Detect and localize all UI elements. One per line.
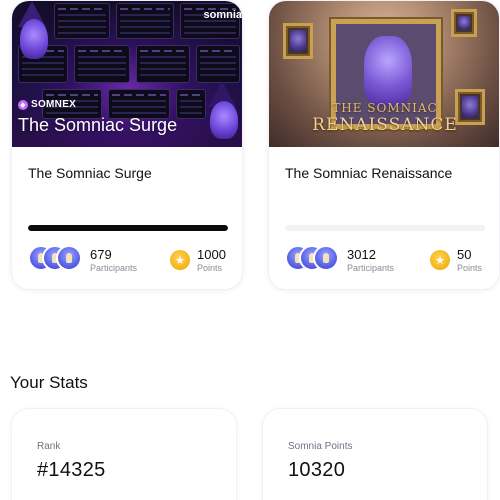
- painting-frame: [283, 23, 313, 59]
- rank-value: #14325: [37, 459, 106, 481]
- participant-avatar-icon: [56, 245, 82, 271]
- participant-avatar-icon: [313, 245, 339, 271]
- participants-count: 3012: [347, 247, 376, 262]
- somnia-points-label: Somnia Points: [288, 441, 353, 452]
- quest-progress-fill: [28, 225, 228, 231]
- mascot-illustration: [364, 36, 412, 106]
- quest-card-somniac-renaissance[interactable]: THE SOMNIAC RENAISSANCE The Somniac Rena…: [268, 0, 500, 290]
- painting-frame: [451, 9, 477, 37]
- mascot-illustration: [210, 101, 238, 139]
- brand-corner-label: somnia: [203, 9, 242, 21]
- brand-chip-label: SOMNEX: [31, 99, 77, 110]
- quest-progress-bar: [28, 225, 228, 231]
- mascot-illustration: [20, 19, 48, 59]
- stat-card-rank: Rank #14325: [11, 408, 237, 500]
- brand-chip: ◆ SOMNEX: [18, 99, 76, 110]
- stat-card-somnia-points: Somnia Points 10320: [262, 408, 488, 500]
- quest-card-somniac-surge[interactable]: somnia ◆ SOMNEX The Somniac Surge The So…: [11, 0, 243, 290]
- participants-label: Participants: [347, 263, 395, 273]
- rank-label: Rank: [37, 441, 61, 452]
- banner-title-line-2: RENAISSANCE: [312, 115, 458, 135]
- quest-progress-bar: [285, 225, 485, 231]
- star-coin-icon: ★: [430, 250, 450, 270]
- section-title-your-stats: Your Stats: [10, 373, 88, 392]
- points-value: 50: [457, 247, 472, 262]
- participants-label: Participants: [90, 263, 138, 273]
- quest-banner-image: THE SOMNIAC RENAISSANCE: [269, 1, 499, 147]
- star-coin-icon: ★: [170, 250, 190, 270]
- points-value: 1000: [197, 247, 226, 262]
- points-label: Points: [197, 263, 223, 273]
- quest-banner-image: somnia ◆ SOMNEX The Somniac Surge: [12, 1, 242, 147]
- somnex-logo-icon: ◆: [18, 99, 28, 110]
- banner-title: THE SOMNIAC RENAISSANCE: [269, 101, 499, 135]
- participant-avatars: [28, 245, 84, 273]
- participant-avatars: [285, 245, 341, 273]
- somnia-points-value: 10320: [288, 459, 346, 481]
- points-label: Points: [457, 263, 483, 273]
- banner-title: The Somniac Surge: [18, 115, 178, 135]
- banner-title-line-1: THE SOMNIAC: [332, 101, 438, 115]
- quest-title: The Somniac Renaissance: [285, 165, 453, 181]
- quest-title: The Somniac Surge: [28, 165, 152, 181]
- participants-count: 679: [90, 247, 112, 262]
